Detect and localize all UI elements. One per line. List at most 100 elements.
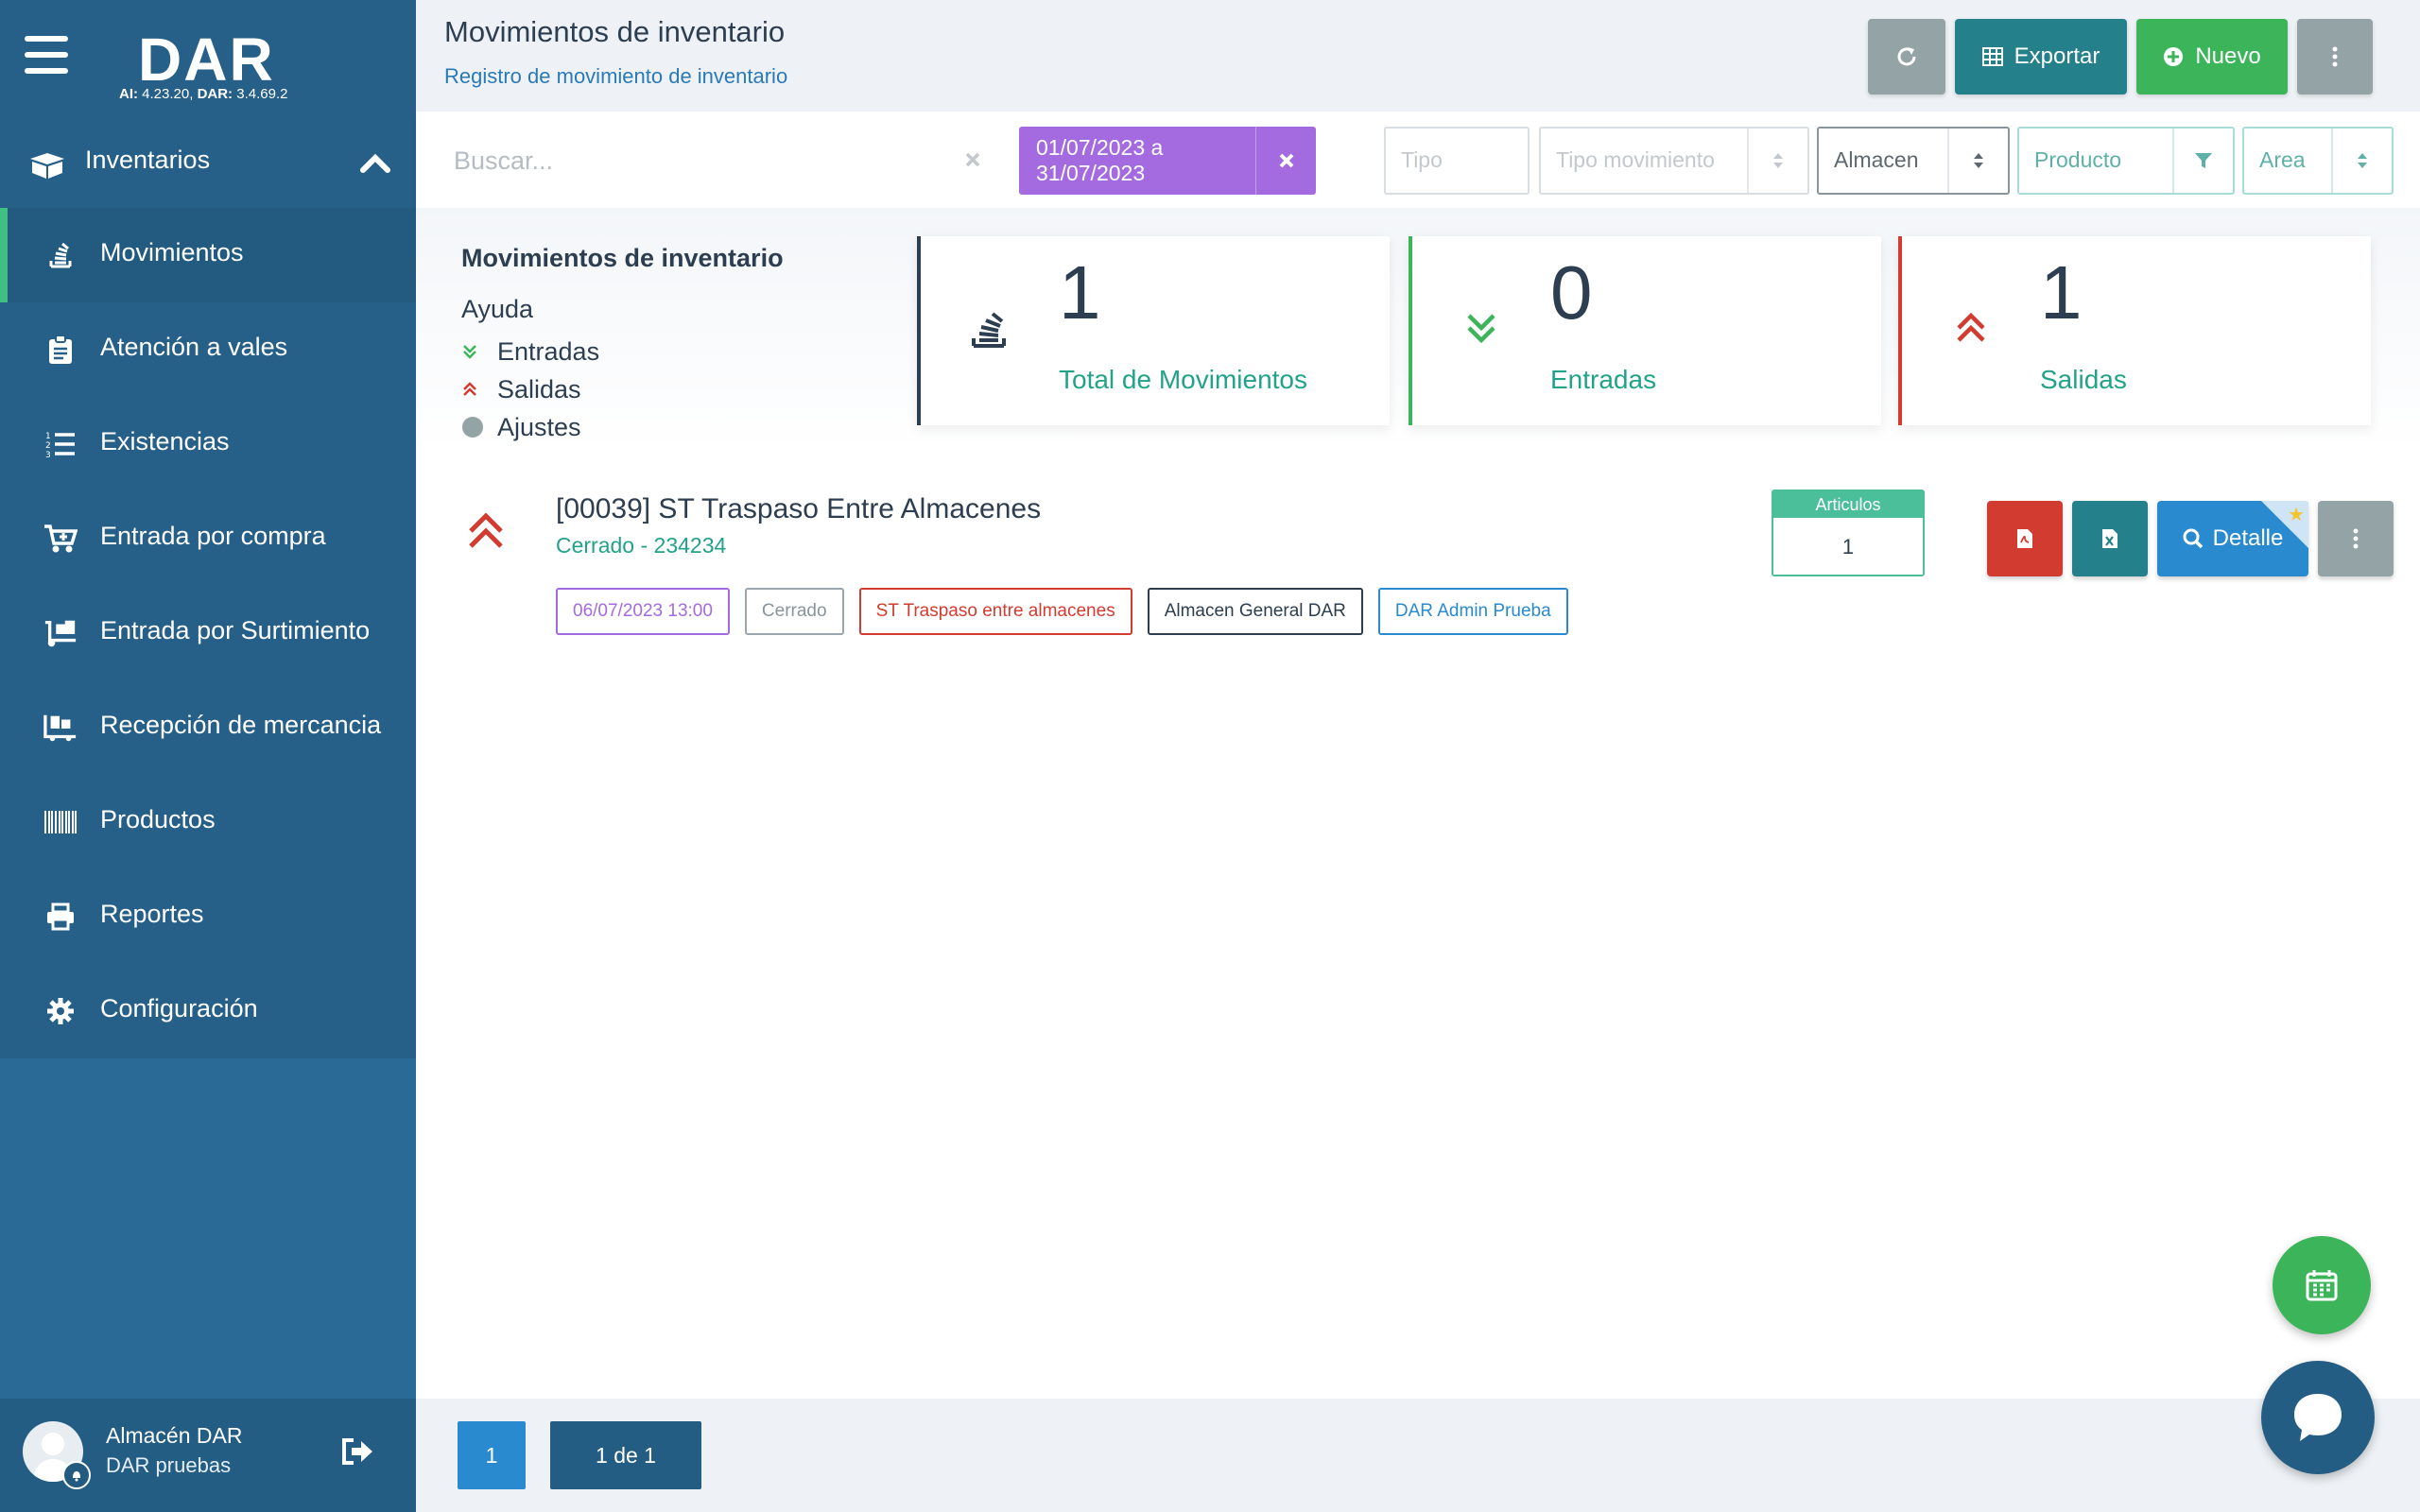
pagination-footer: 1 1 de 1 — [416, 1399, 2420, 1512]
cart-icon — [43, 522, 78, 556]
tag-user: DAR Admin Prueba — [1377, 588, 1568, 635]
clear-search-icon[interactable] — [962, 149, 983, 170]
stack-icon — [972, 312, 1006, 348]
sort-caret-icon — [1947, 129, 2008, 193]
tag-warehouse: Almacen General DAR — [1147, 588, 1363, 635]
more-options-button[interactable] — [2297, 19, 2373, 94]
page-header: Movimientos de inventario Registro de mo… — [416, 0, 2420, 112]
box-icon — [30, 153, 64, 179]
vertical-dots-icon — [2332, 46, 2338, 67]
double-chevron-down-icon — [1467, 314, 1495, 344]
tag-date: 06/07/2023 13:00 — [556, 588, 730, 635]
legend-entradas: Entradas — [461, 333, 599, 370]
circle-icon — [461, 415, 497, 439]
main-content: Movimientos de inventario Ayuda Entradas… — [416, 208, 2420, 1399]
dolly-icon — [43, 616, 78, 650]
pdf-button[interactable] — [1987, 501, 2063, 576]
calendar-icon — [2306, 1270, 2338, 1301]
sidebar-item-reportes[interactable]: Reportes — [0, 869, 416, 964]
sidebar-section-inventarios[interactable]: Inventarios — [0, 123, 416, 208]
sidebar-item-recepcion[interactable]: Recepción de mercancia — [0, 680, 416, 775]
sidebar-item-movimientos[interactable]: Movimientos — [0, 208, 416, 302]
sidebar-item-entrada-compra[interactable]: Entrada por compra — [0, 491, 416, 586]
movement-status: Cerrado - 234234 — [556, 533, 727, 558]
new-button[interactable]: Nuevo — [2136, 19, 2288, 94]
detail-button[interactable]: ★ Detalle — [2157, 501, 2308, 576]
numbered-list-icon: 123 — [43, 427, 78, 461]
card-label: Total de Movimientos — [1059, 365, 1308, 394]
card-label: Salidas — [2040, 365, 2127, 394]
sidebar-nav: Movimientos Atención a vales 123 Existen… — [0, 208, 416, 1058]
card-value: 0 — [1550, 250, 1593, 335]
double-chevron-down-icon — [461, 343, 497, 360]
star-icon: ★ — [2288, 505, 2305, 525]
stack-icon — [43, 238, 78, 272]
pallet-icon — [43, 711, 78, 745]
excel-file-icon — [2102, 529, 2118, 548]
movement-title[interactable]: [00039] ST Traspaso Entre Almacenes — [556, 493, 1041, 525]
export-button[interactable]: Exportar — [1955, 19, 2127, 94]
movement-item: [00039] ST Traspaso Entre Almacenes Cerr… — [416, 472, 2420, 635]
tipo-movimiento-select[interactable]: Tipo movimiento — [1539, 127, 1809, 195]
double-chevron-up-icon — [461, 381, 497, 398]
barcode-icon — [43, 805, 78, 839]
svg-text:1: 1 — [45, 432, 51, 441]
calendar-fab-button[interactable] — [2273, 1236, 2371, 1334]
tag-status: Cerrado — [744, 588, 844, 635]
chat-fab-button[interactable] — [2261, 1361, 2375, 1474]
clear-date-icon[interactable] — [1255, 127, 1316, 195]
user-subtitle: DAR pruebas — [106, 1453, 232, 1477]
card-label: Entradas — [1550, 365, 1657, 394]
sidebar-item-entrada-surtimiento[interactable]: Entrada por Surtimiento — [0, 586, 416, 680]
chevron-up-icon[interactable] — [359, 147, 391, 180]
page-title: Movimientos de inventario — [444, 15, 786, 48]
sidebar-item-existencias[interactable]: 123 Existencias — [0, 397, 416, 491]
sort-caret-icon — [1747, 129, 1807, 193]
clipboard-icon — [43, 333, 78, 367]
area-select[interactable]: Area — [2242, 127, 2394, 195]
help-label: Ayuda — [461, 295, 534, 323]
app-logo: DAR — [138, 26, 275, 94]
excel-button[interactable] — [2072, 501, 2148, 576]
card-value: 1 — [2040, 250, 2083, 335]
chat-bubble-icon — [2294, 1394, 2342, 1441]
tipo-filter[interactable]: Tipo — [1384, 127, 1530, 195]
search-input[interactable] — [416, 127, 983, 195]
double-chevron-up-icon — [1957, 312, 1985, 342]
tag-type: ST Traspaso entre almacenes — [858, 588, 1132, 635]
user-panel: Almacén DAR DAR pruebas — [0, 1399, 416, 1512]
sort-caret-icon — [2331, 129, 2392, 193]
refresh-icon — [1897, 47, 1916, 66]
almacen-select[interactable]: Almacen — [1817, 127, 2010, 195]
logout-icon[interactable] — [340, 1436, 374, 1467]
search-icon — [2183, 528, 2203, 549]
date-range-filter[interactable]: 01/07/2023 a 31/07/2023 — [1019, 127, 1316, 195]
app-version: AI: 4.23.20, DAR: 3.4.69.2 — [119, 86, 288, 102]
sidebar-item-configuracion[interactable]: Configuración — [0, 964, 416, 1058]
filter-bar: 01/07/2023 a 31/07/2023 Tipo Tipo movimi… — [416, 112, 2420, 208]
filter-icon — [2172, 129, 2233, 193]
page-button[interactable]: 1 — [458, 1421, 526, 1489]
printer-icon — [43, 900, 78, 934]
page-subtitle[interactable]: Registro de movimiento de inventario — [444, 64, 787, 89]
sidebar-item-productos[interactable]: Productos — [0, 775, 416, 869]
plus-circle-icon — [2164, 47, 2184, 66]
pdf-file-icon — [2017, 529, 2032, 548]
double-chevron-up-icon — [469, 512, 503, 548]
movement-more-button[interactable] — [2318, 501, 2394, 576]
movement-tags: 06/07/2023 13:00 Cerrado ST Traspaso ent… — [556, 588, 1568, 635]
card-total-movimientos: 1 Total de Movimientos — [917, 236, 1390, 425]
sidebar-item-atencion-vales[interactable]: Atención a vales — [0, 302, 416, 397]
svg-text:3: 3 — [45, 451, 51, 459]
table-icon — [1981, 47, 2003, 66]
card-value: 1 — [1059, 250, 1101, 335]
notification-bell-icon[interactable] — [62, 1461, 91, 1489]
page-info: 1 de 1 — [550, 1421, 701, 1489]
summary-title: Movimientos de inventario — [461, 244, 784, 272]
legend: Entradas Salidas Ajustes — [461, 333, 599, 446]
hamburger-menu-icon[interactable] — [25, 36, 68, 74]
svg-text:2: 2 — [45, 441, 51, 451]
refresh-button[interactable] — [1868, 19, 1945, 94]
producto-filter[interactable]: Producto — [2017, 127, 2235, 195]
articulos-count: Articulos 1 — [1772, 490, 1925, 576]
